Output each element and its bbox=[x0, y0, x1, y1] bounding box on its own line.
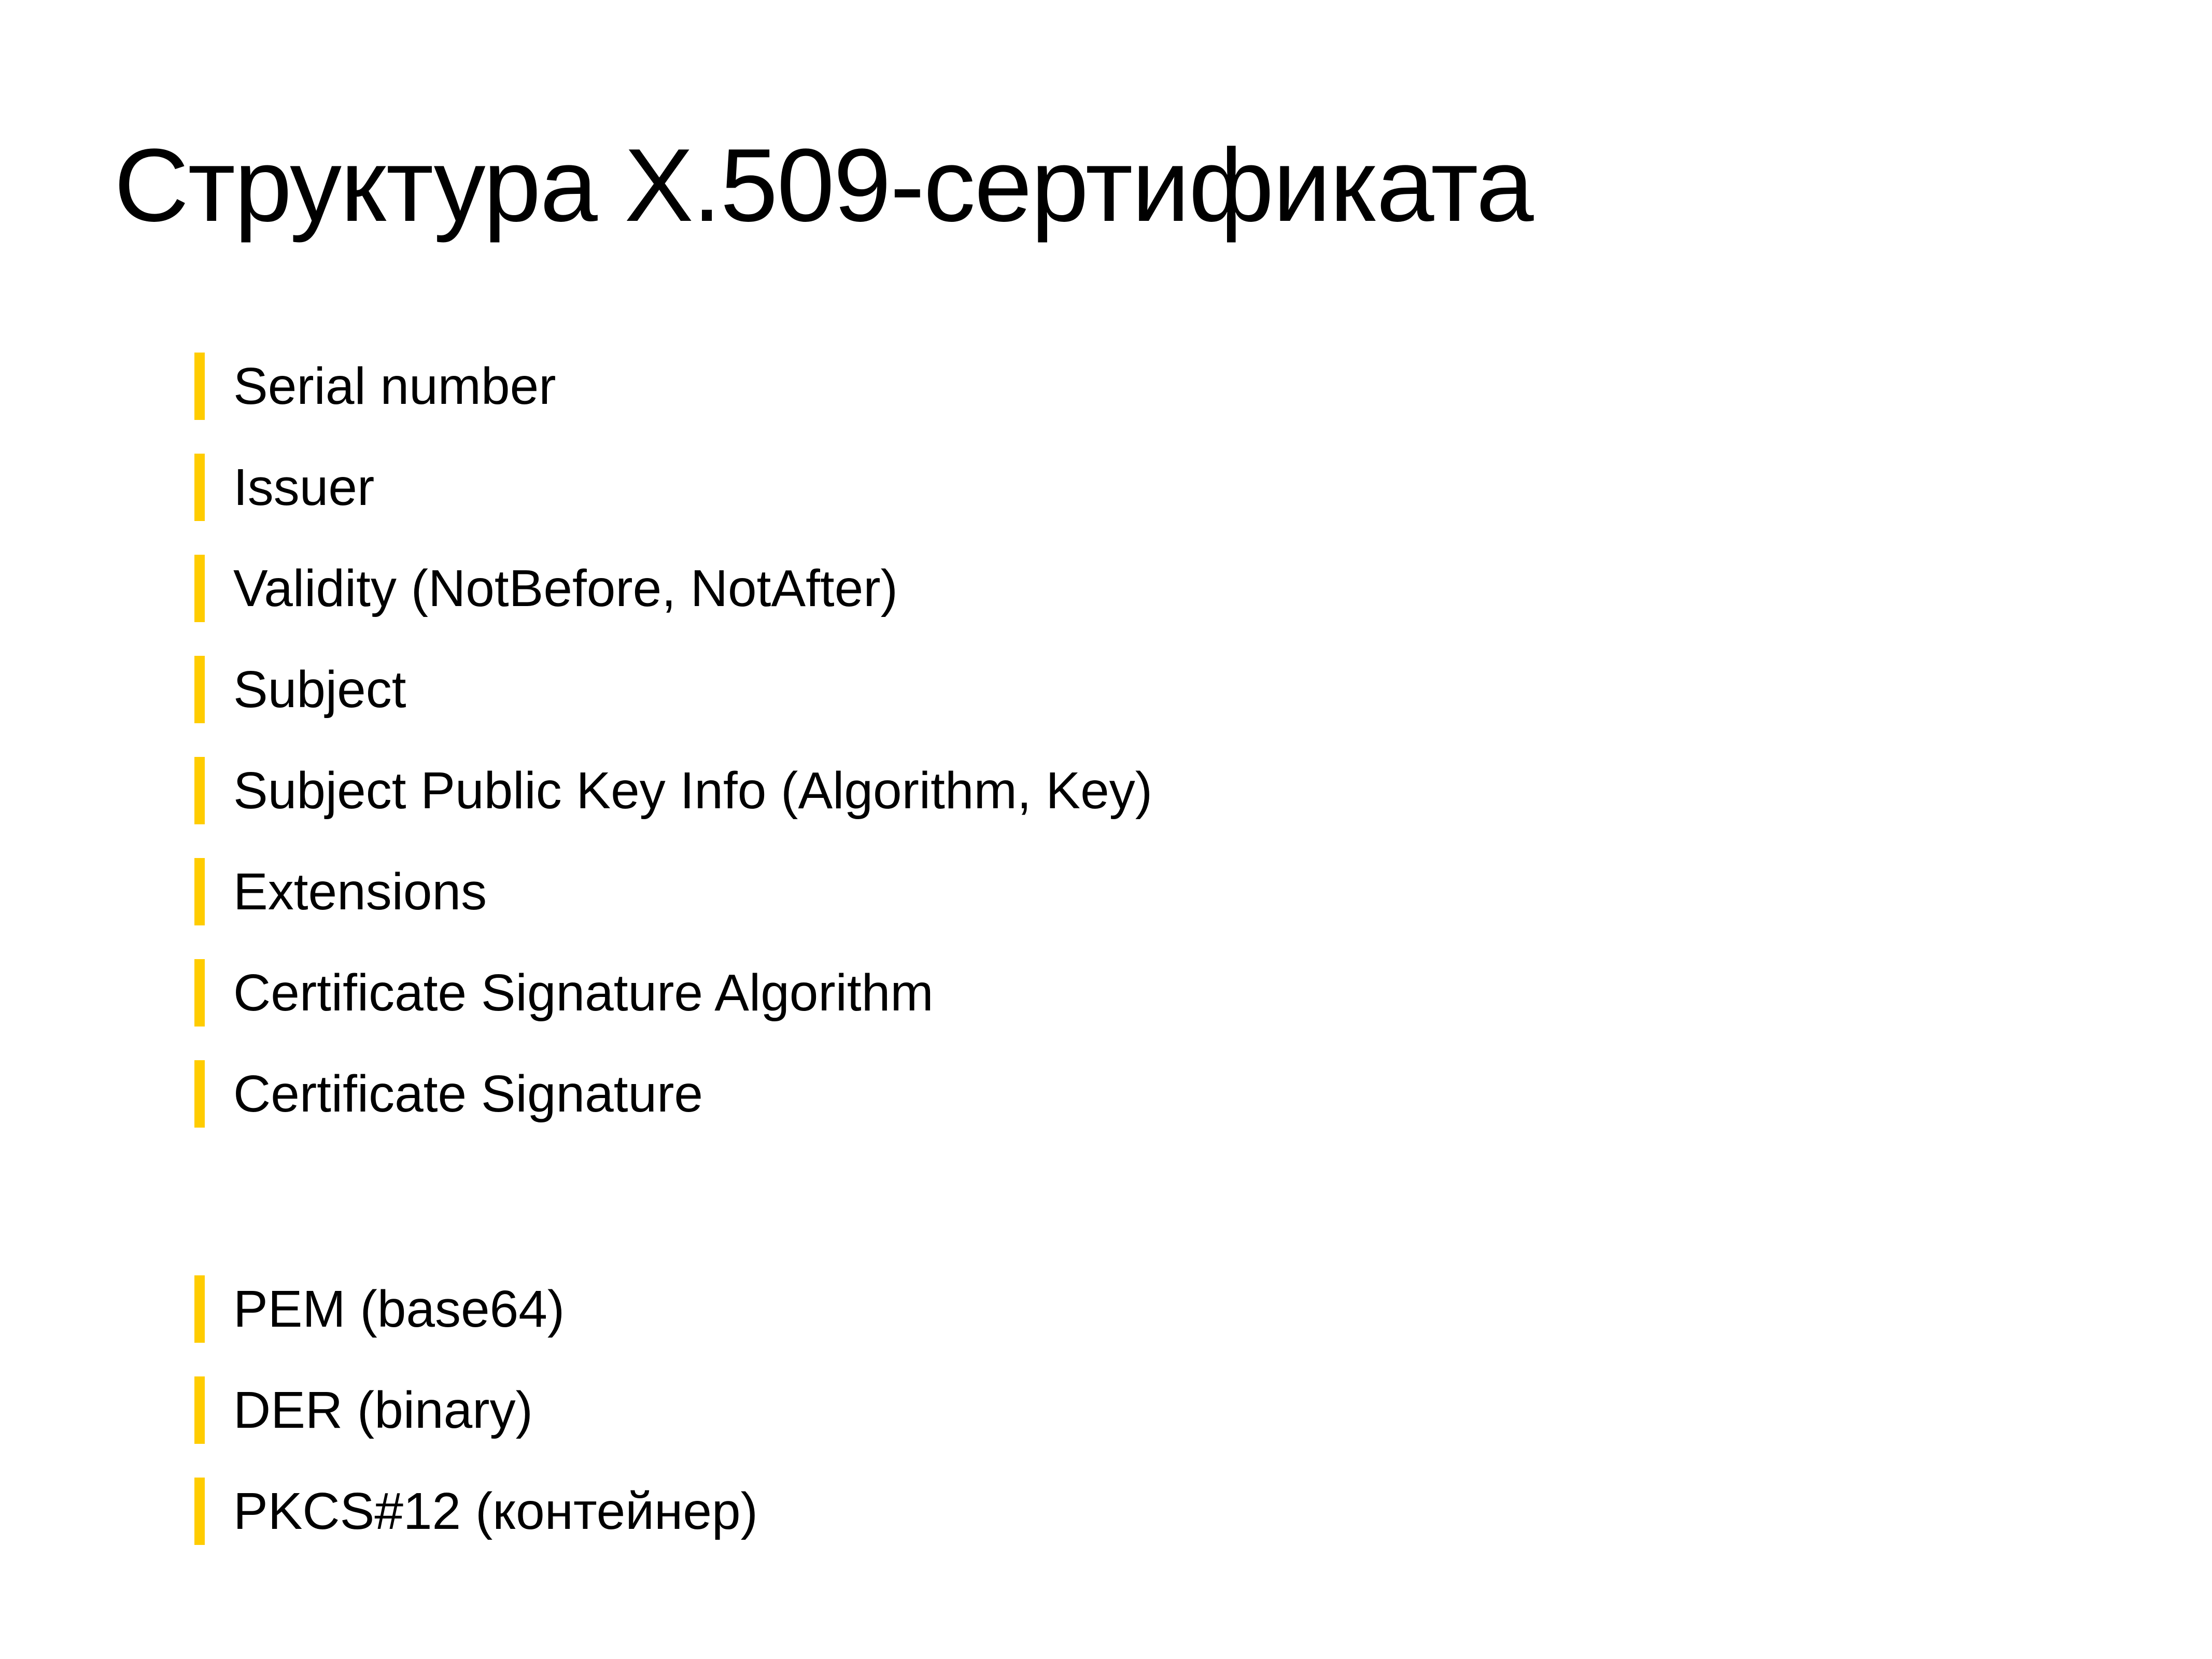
list-item: Validity (NotBefore, NotAfter) bbox=[194, 555, 1152, 622]
list-item: Serial number bbox=[194, 353, 1152, 420]
list-item: DER (binary) bbox=[194, 1376, 758, 1444]
list-item-label: Subject bbox=[233, 660, 406, 719]
accent-bar bbox=[194, 1060, 205, 1128]
list-item-label: PEM (base64) bbox=[233, 1280, 565, 1338]
accent-bar bbox=[194, 1478, 205, 1545]
list-item-label: Certificate Signature bbox=[233, 1065, 703, 1123]
list-item: Subject bbox=[194, 656, 1152, 723]
accent-bar bbox=[194, 757, 205, 824]
accent-bar bbox=[194, 353, 205, 420]
list-item: Certificate Signature Algorithm bbox=[194, 959, 1152, 1027]
list-item: Extensions bbox=[194, 858, 1152, 925]
list-item-label: Serial number bbox=[233, 357, 556, 415]
accent-bar bbox=[194, 1275, 205, 1343]
accent-bar bbox=[194, 1376, 205, 1444]
slide-title: Структура X.509-сертификата bbox=[114, 128, 1534, 243]
list-item: Subject Public Key Info (Algorithm, Key) bbox=[194, 757, 1152, 824]
list-item: Issuer bbox=[194, 454, 1152, 521]
list-item-label: Validity (NotBefore, NotAfter) bbox=[233, 559, 898, 617]
accent-bar bbox=[194, 656, 205, 723]
certificate-fields-list: Serial number Issuer Validity (NotBefore… bbox=[194, 353, 1152, 1161]
list-item: PEM (base64) bbox=[194, 1275, 758, 1343]
accent-bar bbox=[194, 555, 205, 622]
list-item: Certificate Signature bbox=[194, 1060, 1152, 1128]
accent-bar bbox=[194, 959, 205, 1027]
list-item: PKCS#12 (контейнер) bbox=[194, 1478, 758, 1545]
list-item-label: Issuer bbox=[233, 458, 375, 516]
list-item-label: DER (binary) bbox=[233, 1381, 533, 1439]
accent-bar bbox=[194, 454, 205, 521]
list-item-label: Subject Public Key Info (Algorithm, Key) bbox=[233, 762, 1152, 820]
list-item-label: PKCS#12 (контейнер) bbox=[233, 1482, 758, 1540]
list-item-label: Certificate Signature Algorithm bbox=[233, 964, 934, 1022]
certificate-formats-list: PEM (base64) DER (binary) PKCS#12 (конте… bbox=[194, 1275, 758, 1579]
accent-bar bbox=[194, 858, 205, 925]
list-item-label: Extensions bbox=[233, 863, 487, 921]
